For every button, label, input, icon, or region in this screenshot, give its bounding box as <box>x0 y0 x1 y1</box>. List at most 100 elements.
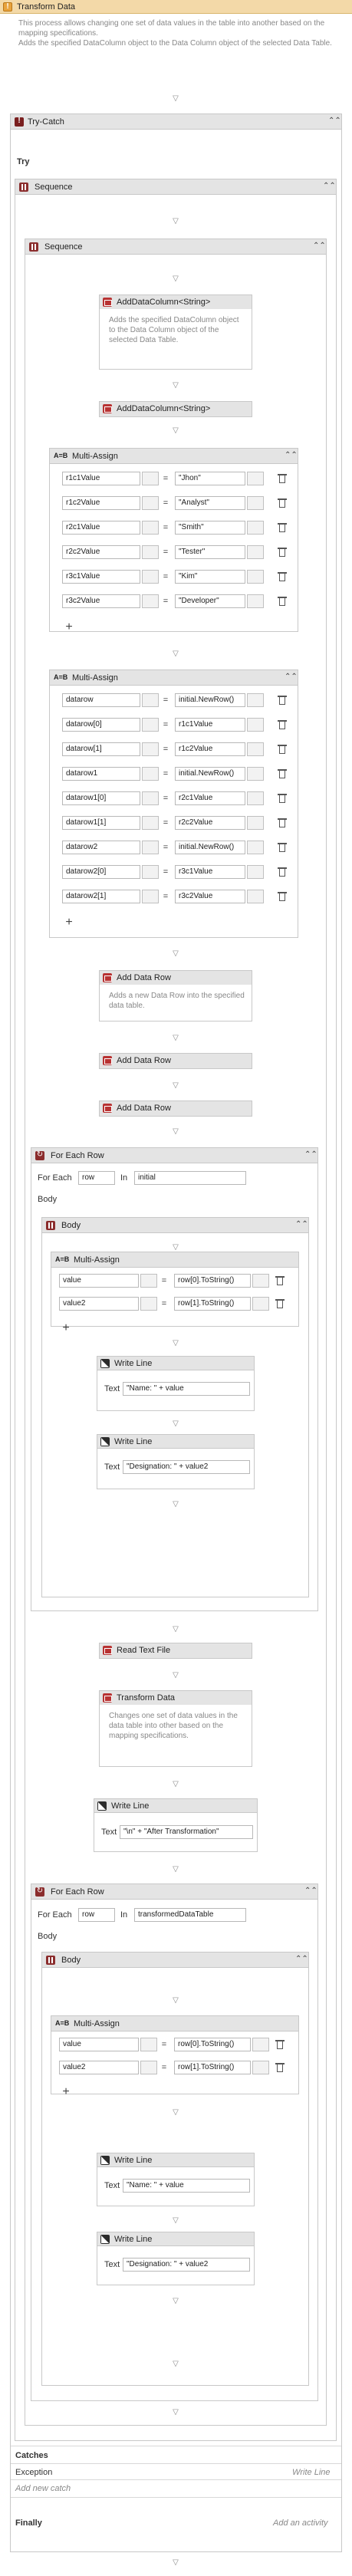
drop-target-icon[interactable] <box>172 1997 179 2005</box>
assign-right-field[interactable]: "Smith" <box>175 521 245 535</box>
assign-right-button[interactable] <box>247 521 264 535</box>
plus-icon[interactable]: + <box>61 2086 71 2098</box>
assign-right-button[interactable] <box>247 841 264 854</box>
chevron-up-icon[interactable]: ⌃⌃ <box>313 242 326 251</box>
chevron-up-icon[interactable]: ⌃⌃ <box>328 117 341 126</box>
assign-left-field[interactable]: value <box>59 2038 139 2051</box>
trash-icon[interactable] <box>278 891 287 902</box>
assign-left-button[interactable] <box>142 791 159 805</box>
assign-right-field[interactable]: "Jhon" <box>175 472 245 485</box>
multi-assign-activity[interactable]: A=B Multi-Assign ⌃⌃ r1c1Value = "Jhon" r1c2… <box>49 448 298 633</box>
for-each-collection-field[interactable]: transformedDataTable <box>134 1908 246 1922</box>
multi-assign-activity[interactable]: A=B Multi-Assign ⌃⌃ datarow = initial.NewR… <box>49 669 298 938</box>
write-line-activity[interactable]: Write Line Text "Designation: " + value2 <box>97 1434 255 1489</box>
plus-icon[interactable]: + <box>64 916 74 929</box>
trash-icon[interactable] <box>278 818 287 828</box>
drop-target-icon[interactable] <box>172 1082 179 1090</box>
assign-left-button[interactable] <box>142 890 159 903</box>
write-line-activity[interactable]: Write Line Text "Name: " + value <box>97 1356 255 1411</box>
trash-icon[interactable] <box>278 547 287 558</box>
trash-icon[interactable] <box>275 1298 285 1309</box>
assign-right-field[interactable]: "Analyst" <box>175 496 245 510</box>
drop-target-icon[interactable] <box>172 1035 179 1042</box>
assign-left-button[interactable] <box>140 1274 157 1288</box>
assign-right-button[interactable] <box>247 816 264 830</box>
assign-left-button[interactable] <box>142 545 159 559</box>
trash-icon[interactable] <box>275 2039 285 2050</box>
add-catch-link[interactable]: Add new catch <box>15 2484 71 2493</box>
assign-right-field[interactable]: r1c1Value <box>175 718 245 732</box>
outer-sequence-header[interactable]: Sequence ⌃⌃ <box>15 179 336 195</box>
drop-target-icon[interactable] <box>172 2361 179 2368</box>
trash-icon[interactable] <box>275 2062 285 2073</box>
plus-icon[interactable]: + <box>64 621 74 633</box>
root-header[interactable]: Transform Data <box>0 0 352 14</box>
transform-data-activity[interactable]: Transform Data Changes one set of data v… <box>99 1690 252 1767</box>
drop-target-icon[interactable] <box>172 2109 179 2117</box>
drop-target-icon[interactable] <box>172 2559 179 2567</box>
chevron-up-icon[interactable]: ⌃⌃ <box>295 1220 308 1229</box>
assign-left-field[interactable]: value2 <box>59 1297 139 1311</box>
assign-right-field[interactable]: initial.NewRow() <box>175 693 245 707</box>
assign-left-field[interactable]: r3c2Value <box>62 594 140 608</box>
assign-right-button[interactable] <box>247 718 264 732</box>
plus-icon[interactable]: + <box>61 1322 71 1334</box>
drop-target-icon[interactable] <box>172 2298 179 2305</box>
multi-assign-activity[interactable]: A=B Multi-Assign value = row[0].ToString()… <box>51 2015 299 2098</box>
assign-left-field[interactable]: datarow[1] <box>62 742 140 756</box>
trash-icon[interactable] <box>278 473 287 484</box>
write-line-text-field[interactable]: "Name: " + value <box>123 2179 250 2193</box>
add-activity-link[interactable]: Add an activity <box>273 2518 328 2528</box>
assign-right-button[interactable] <box>247 693 264 707</box>
assign-right-button[interactable] <box>247 890 264 903</box>
for-each-collection-field[interactable]: initial <box>134 1171 246 1185</box>
write-line-text-field[interactable]: "\n" + "After Transformation" <box>120 1825 253 1839</box>
assign-left-button[interactable] <box>142 570 159 584</box>
assign-right-field[interactable]: row[1].ToString() <box>174 2061 251 2074</box>
assign-left-button[interactable] <box>142 693 159 707</box>
drop-target-icon[interactable] <box>172 1781 179 1788</box>
drop-target-icon[interactable] <box>172 2217 179 2225</box>
trash-icon[interactable] <box>278 842 287 853</box>
add-data-row-activity[interactable]: Add Data Row Adds a new Data Row into th… <box>99 970 252 1022</box>
assign-left-field[interactable]: datarow <box>62 693 140 707</box>
assign-left-field[interactable]: datarow2[1] <box>62 890 140 903</box>
assign-left-field[interactable]: datarow1 <box>62 767 140 781</box>
chevron-up-icon[interactable]: ⌃⌃ <box>304 1150 317 1160</box>
assign-left-field[interactable]: r1c1Value <box>62 472 140 485</box>
assign-left-button[interactable] <box>140 1297 157 1311</box>
drop-target-icon[interactable] <box>172 218 179 225</box>
for-each-item-field[interactable]: row <box>78 1171 115 1185</box>
assign-right-field[interactable]: r3c2Value <box>175 890 245 903</box>
trash-icon[interactable] <box>278 498 287 508</box>
assign-left-button[interactable] <box>142 841 159 854</box>
assign-left-button[interactable] <box>142 472 159 485</box>
assign-right-button[interactable] <box>247 472 264 485</box>
trash-icon[interactable] <box>278 571 287 582</box>
assign-right-button[interactable] <box>247 865 264 879</box>
assign-left-button[interactable] <box>142 594 159 608</box>
drop-target-icon[interactable] <box>172 382 179 390</box>
read-text-file-activity[interactable]: Read Text File <box>99 1643 252 1659</box>
assign-left-field[interactable]: datarow1[1] <box>62 816 140 830</box>
assign-right-field[interactable]: r2c1Value <box>175 791 245 805</box>
drop-target-icon[interactable] <box>172 1128 179 1136</box>
drop-target-icon[interactable] <box>172 1340 179 1347</box>
assign-right-button[interactable] <box>247 545 264 559</box>
drop-target-icon[interactable] <box>172 1866 179 1874</box>
trash-icon[interactable] <box>278 793 287 804</box>
drop-target-icon[interactable] <box>172 1672 179 1679</box>
assign-right-button[interactable] <box>252 2061 269 2074</box>
body-sequence-header[interactable]: Body ⌃⌃ <box>42 1218 308 1233</box>
add-data-row-activity[interactable]: Add Data Row <box>99 1053 252 1069</box>
trash-icon[interactable] <box>278 719 287 730</box>
assign-right-field[interactable]: initial.NewRow() <box>175 841 245 854</box>
add-data-row-activity[interactable]: Add Data Row <box>99 1100 252 1117</box>
exception-action[interactable]: Write Line <box>292 2468 331 2477</box>
trash-icon[interactable] <box>278 596 287 607</box>
assign-right-button[interactable] <box>252 1274 269 1288</box>
inner-sequence-header[interactable]: Sequence ⌃⌃ <box>25 239 326 255</box>
write-line-activity[interactable]: Write Line Text "Name: " + value <box>97 2153 255 2206</box>
trash-icon[interactable] <box>278 744 287 755</box>
assign-right-field[interactable]: row[1].ToString() <box>174 1297 251 1311</box>
